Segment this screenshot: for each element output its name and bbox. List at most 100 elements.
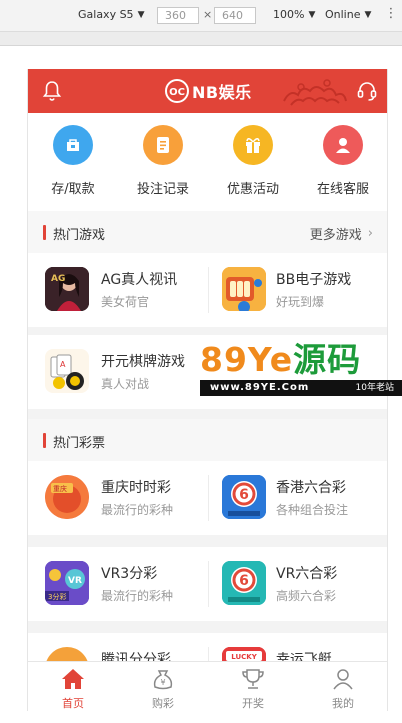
quick-label: 优惠活动: [226, 182, 279, 197]
svg-text:6: 6: [239, 487, 249, 503]
quick-bet-records[interactable]: 投注记录: [118, 125, 208, 197]
lottery-row: 重庆 重庆时时彩 最流行的彩种 6 香港六合彩 各种组合投注: [28, 461, 387, 535]
quick-deposit-withdraw[interactable]: 存/取款: [28, 125, 118, 197]
hot-lottery-header: 热门彩票: [28, 419, 387, 461]
svg-text:3分彩: 3分彩: [48, 592, 66, 601]
section-title: 热门彩票: [53, 436, 106, 451]
lottery-hk-six[interactable]: 6 香港六合彩 各种组合投注: [208, 461, 387, 535]
section-accent-bar: [43, 433, 46, 448]
hk-six-icon: 6: [222, 475, 266, 519]
more-games-link[interactable]: 更多游戏 ›: [310, 224, 373, 243]
tab-label: 开奖: [242, 697, 264, 710]
svg-text:¥: ¥: [160, 678, 165, 687]
tab-draw-results[interactable]: 开奖: [208, 662, 298, 711]
brand-mark-icon: OC: [165, 79, 189, 103]
poker-chips-icon: A: [45, 349, 89, 393]
tab-mine[interactable]: 我的: [298, 662, 387, 711]
watermark-logo-right: 源码: [293, 340, 362, 379]
lottery-desc: 最流行的彩种: [101, 503, 174, 517]
zoom-value: 100%: [273, 8, 305, 21]
game-kaiyuan-chess[interactable]: A 开元棋牌游戏 真人对战: [28, 335, 208, 409]
headset-icon[interactable]: [355, 79, 379, 103]
game-name: BB电子游戏: [276, 272, 352, 288]
tab-home[interactable]: 首页: [28, 662, 118, 711]
svg-text:重庆: 重庆: [53, 484, 67, 493]
lottery-chongqing[interactable]: 重庆 重庆时时彩 最流行的彩种: [28, 461, 208, 535]
quick-promotions[interactable]: 优惠活动: [208, 125, 298, 197]
lottery-name: 重庆时时彩: [101, 480, 171, 496]
vr-six-icon: 6: [222, 561, 266, 605]
device-select[interactable]: Galaxy S5 ▼: [78, 8, 144, 21]
game-desc: 美女荷官: [101, 295, 150, 309]
lottery-row: VR 3分彩 VR3分彩 最流行的彩种 6 VR六合彩 高频六合彩: [28, 547, 387, 621]
bottom-tab-bar: 首页 ¥ 购彩 开奖 我的: [28, 661, 387, 711]
quick-label: 在线客服: [316, 182, 369, 197]
svg-text:6: 6: [239, 573, 249, 589]
wallet-icon: [53, 125, 93, 165]
caret-down-icon: ▼: [364, 9, 372, 20]
caret-down-icon: ▼: [137, 9, 145, 20]
game-row: AG AG真人视讯 美女荷官 BB电子游戏 好玩到爆: [28, 253, 387, 327]
vr3-lottery-icon: VR 3分彩: [45, 561, 89, 605]
lottery-name: VR3分彩: [101, 566, 158, 582]
svg-text:LUCKY: LUCKY: [231, 653, 257, 661]
width-input[interactable]: 360: [157, 7, 199, 24]
lottery-desc: 高频六合彩: [276, 589, 337, 603]
home-icon: [62, 669, 84, 689]
quick-label: 存/取款: [51, 182, 95, 197]
zoom-select[interactable]: 100% ▼: [273, 8, 315, 21]
tab-label: 首页: [62, 697, 84, 710]
lottery-name: 香港六合彩: [276, 480, 346, 496]
quick-label: 投注记录: [136, 182, 189, 197]
game-name: 开元棋牌游戏: [101, 354, 185, 370]
app-header: OC NB娱乐: [28, 69, 387, 113]
watermark-logo-left: 89Ye: [200, 340, 294, 379]
watermark-logo: 89Ye源码: [200, 340, 361, 380]
brand-logo: OC NB娱乐: [164, 78, 252, 104]
site-watermark: 89Ye源码 www.89YE.Com 10年老站: [200, 340, 402, 398]
devtools-toolbar: Galaxy S5 ▼ 360 × 640 100% ▼ Online ▼ ⋮: [0, 0, 402, 32]
bb-slot-icon: [222, 267, 266, 311]
device-name: Galaxy S5: [78, 8, 134, 21]
trophy-icon: [242, 669, 264, 689]
lottery-desc: 各种组合投注: [276, 503, 349, 517]
ag-live-icon: AG: [45, 267, 89, 311]
more-games-label: 更多游戏: [309, 228, 362, 243]
watermark-strip: www.89YE.Com 10年老站: [200, 380, 402, 396]
watermark-url: www.89YE.Com: [210, 382, 310, 393]
svg-text:AG: AG: [51, 274, 65, 284]
chongqing-lottery-icon: 重庆: [45, 475, 89, 519]
lottery-vr-six[interactable]: 6 VR六合彩 高频六合彩: [208, 547, 387, 621]
ruler: [0, 32, 402, 46]
gift-icon: [233, 125, 273, 165]
lottery-name: VR六合彩: [276, 566, 338, 582]
svg-text:A: A: [60, 360, 66, 369]
more-options-icon[interactable]: ⋮: [384, 6, 398, 24]
money-bag-icon: ¥: [153, 670, 173, 690]
times-label: ×: [203, 8, 213, 21]
game-name: AG真人视讯: [101, 272, 178, 288]
network-value: Online: [325, 8, 361, 21]
tab-label: 我的: [332, 697, 354, 710]
record-icon: [143, 125, 183, 165]
height-input[interactable]: 640: [214, 7, 256, 24]
game-ag-live[interactable]: AG AG真人视讯 美女荷官: [28, 253, 208, 327]
chevron-right-icon: ›: [367, 226, 373, 241]
brand-name: NB娱乐: [192, 83, 252, 102]
game-bb-electronic[interactable]: BB电子游戏 好玩到爆: [208, 253, 387, 327]
tab-buy-lottery[interactable]: ¥ 购彩: [118, 662, 208, 711]
lottery-vr3[interactable]: VR 3分彩 VR3分彩 最流行的彩种: [28, 547, 208, 621]
bell-icon[interactable]: [40, 79, 64, 103]
cloud-pattern-icon: [283, 79, 347, 106]
hot-games-header: 热门游戏 更多游戏 ›: [28, 211, 387, 253]
quick-actions: 存/取款 投注记录 优惠活动 在线客服: [28, 113, 387, 211]
tab-label: 购彩: [152, 697, 174, 710]
caret-down-icon: ▼: [308, 9, 316, 20]
network-select[interactable]: Online ▼: [325, 8, 371, 21]
watermark-tagline: 10年老站: [355, 383, 394, 393]
service-icon: [323, 125, 363, 165]
user-icon: [333, 669, 353, 690]
game-desc: 真人对战: [101, 377, 150, 391]
section-title: 热门游戏: [53, 228, 106, 243]
quick-online-service[interactable]: 在线客服: [298, 125, 387, 197]
